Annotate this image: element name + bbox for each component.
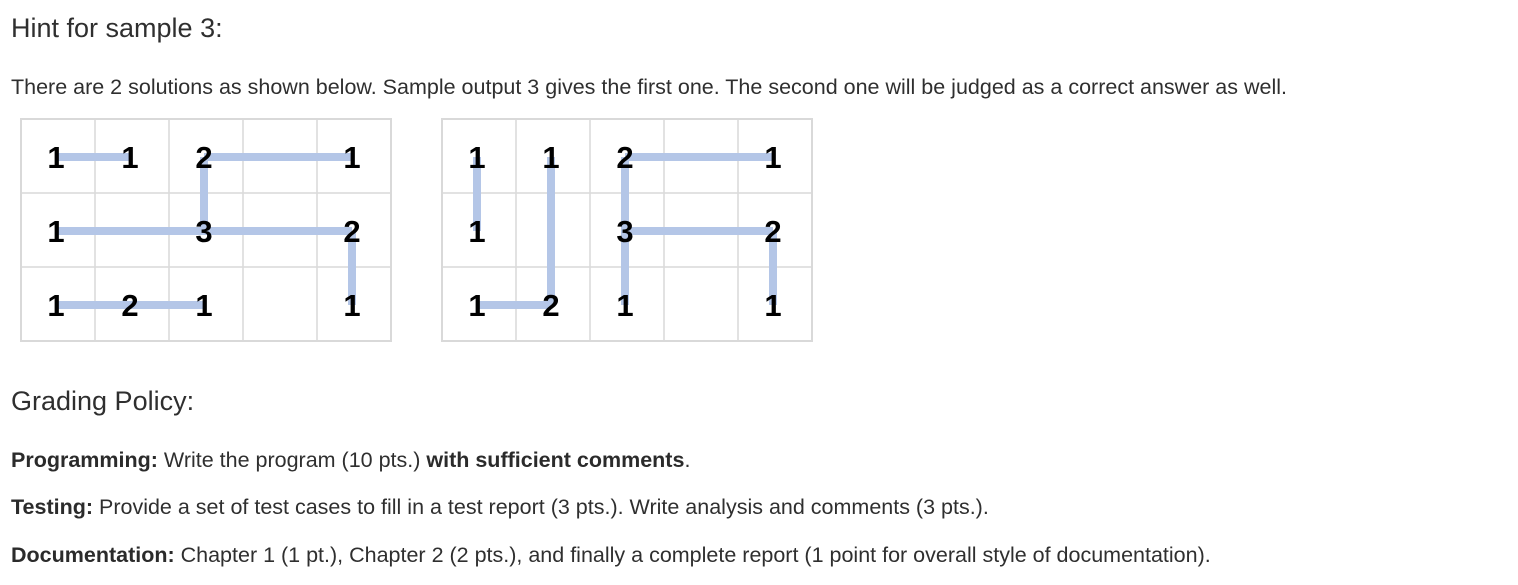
- programming-emphasis: with sufficient comments: [426, 448, 685, 472]
- clue-number: 1: [542, 140, 559, 175]
- clue-number: 1: [47, 288, 64, 323]
- clue-number: 1: [764, 288, 781, 323]
- clue-number: 2: [121, 288, 138, 323]
- clue-number: 1: [468, 140, 485, 175]
- puzzle-grid-2: 1 1 2 1 1 3 2 1 2 1 1: [441, 118, 813, 342]
- clue-number: 1: [121, 140, 138, 175]
- clue-number: 1: [47, 214, 64, 249]
- clue-number: 1: [47, 140, 64, 175]
- clue-number: 1: [764, 140, 781, 175]
- clue-number: 1: [343, 288, 360, 323]
- clue-number: 3: [616, 214, 633, 249]
- programming-text-end: .: [684, 448, 691, 472]
- grading-documentation: Documentation: Chapter 1 (1 pt.), Chapte…: [11, 541, 1211, 569]
- grading-programming: Programming: Write the program (10 pts.)…: [11, 446, 690, 474]
- clue-number: 3: [195, 214, 212, 249]
- programming-text: Write the program (10 pts.): [157, 448, 427, 472]
- solution-figure-1: 1 1 2 1 1 3 2 1 2 1 1: [20, 118, 392, 344]
- clue-number: 1: [468, 288, 485, 323]
- clue-number: 1: [468, 214, 485, 249]
- clue-number: 2: [195, 140, 212, 175]
- testing-text: Provide a set of test cases to fill in a…: [93, 495, 989, 519]
- testing-label: Testing:: [11, 495, 94, 519]
- clue-number: 1: [343, 140, 360, 175]
- clue-number: 1: [195, 288, 212, 323]
- documentation-label: Documentation:: [11, 543, 175, 567]
- hint-heading: Hint for sample 3:: [11, 13, 223, 43]
- clue-number: 2: [343, 214, 360, 249]
- clue-number: 1: [616, 288, 633, 323]
- programming-label: Programming:: [11, 448, 158, 472]
- clue-number: 2: [764, 214, 781, 249]
- clue-number: 2: [542, 288, 559, 323]
- clue-number: 2: [616, 140, 633, 175]
- grading-testing: Testing: Provide a set of test cases to …: [11, 493, 989, 521]
- hint-description: There are 2 solutions as shown below. Sa…: [11, 75, 1287, 99]
- puzzle-grid-1: 1 1 2 1 1 3 2 1 2 1 1: [20, 118, 392, 342]
- grading-heading: Grading Policy:: [11, 386, 195, 416]
- solution-figure-2: 1 1 2 1 1 3 2 1 2 1 1: [441, 118, 813, 344]
- documentation-text: Chapter 1 (1 pt.), Chapter 2 (2 pts.), a…: [174, 543, 1211, 567]
